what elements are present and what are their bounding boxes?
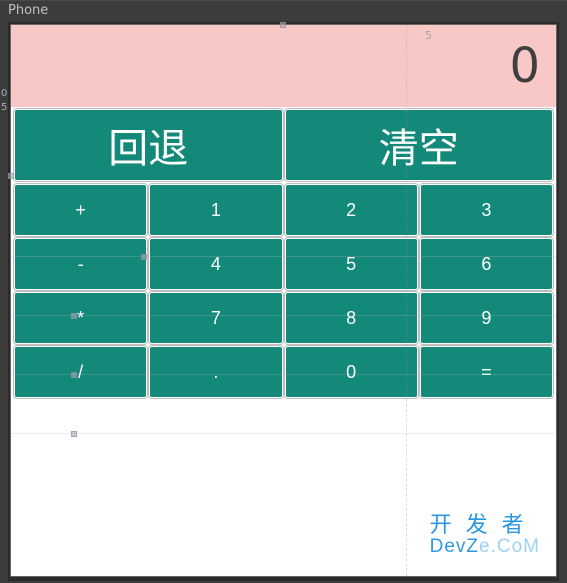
keypad-row-3: * 7 8 9: [12, 291, 555, 345]
digit-9-label: 9: [481, 308, 491, 329]
keypad-grid: 回退 清空 + 1 2 3 - 4 5 6 * 7 8: [11, 107, 556, 399]
display-value: 0: [509, 38, 540, 94]
decimal-label: .: [213, 362, 218, 383]
digit-6-button[interactable]: 6: [421, 239, 552, 289]
ruler-mark: 5: [425, 29, 432, 43]
digit-5-label: 5: [346, 254, 356, 275]
plus-button[interactable]: +: [15, 185, 146, 235]
digit-3-button[interactable]: 3: [421, 185, 552, 235]
window-title-bar: Phone: [0, 0, 567, 20]
watermark-line2: DevZe.CoM: [430, 537, 540, 558]
ruler-left-0: 0: [1, 88, 7, 99]
calculator-display: 5 0: [11, 25, 556, 107]
digit-7-label: 7: [211, 308, 221, 329]
digit-4-button[interactable]: 4: [150, 239, 281, 289]
divide-label: /: [78, 362, 83, 383]
equals-label: =: [481, 362, 492, 383]
digit-6-label: 6: [481, 254, 491, 275]
digit-2-label: 2: [346, 200, 356, 221]
digit-1-button[interactable]: 1: [150, 185, 281, 235]
empty-canvas-area: [11, 399, 556, 519]
digit-3-label: 3: [481, 200, 491, 221]
action-row: 回退 清空: [12, 107, 555, 183]
multiply-label: *: [77, 308, 84, 329]
divide-button[interactable]: /: [15, 347, 146, 397]
phone-canvas: 5 0 回退 清空 + 1 2 3 - 4 5: [10, 24, 557, 577]
designer-canvas-wrapper: 5 0 回退 清空 + 1 2 3 - 4 5: [8, 22, 559, 581]
digit-1-label: 1: [211, 200, 221, 221]
window-title: Phone: [8, 3, 48, 18]
digit-5-button[interactable]: 5: [286, 239, 417, 289]
digit-7-button[interactable]: 7: [150, 293, 281, 343]
digit-4-label: 4: [211, 254, 221, 275]
ruler-top: 5: [11, 29, 556, 43]
digit-0-label: 0: [346, 362, 356, 383]
keypad-row-4: / . 0 =: [12, 345, 555, 399]
watermark: 开发者 DevZe.CoM: [430, 513, 540, 558]
keypad-row-1: + 1 2 3: [12, 183, 555, 237]
back-button[interactable]: 回退: [15, 110, 282, 180]
equals-button[interactable]: =: [421, 347, 552, 397]
digit-2-button[interactable]: 2: [286, 185, 417, 235]
digit-8-button[interactable]: 8: [286, 293, 417, 343]
minus-label: -: [78, 254, 84, 275]
keypad-row-2: - 4 5 6: [12, 237, 555, 291]
watermark-line2a: DevZ: [430, 536, 479, 557]
ruler-left-5: 5: [1, 102, 7, 113]
plus-label: +: [75, 200, 86, 221]
clear-button-label: 清空: [379, 116, 459, 174]
digit-0-button[interactable]: 0: [286, 347, 417, 397]
decimal-button[interactable]: .: [150, 347, 281, 397]
digit-9-button[interactable]: 9: [421, 293, 552, 343]
clear-button[interactable]: 清空: [286, 110, 553, 180]
watermark-line2b: e.CoM: [479, 536, 540, 557]
back-button-label: 回退: [108, 116, 188, 174]
digit-8-label: 8: [346, 308, 356, 329]
minus-button[interactable]: -: [15, 239, 146, 289]
multiply-button[interactable]: *: [15, 293, 146, 343]
